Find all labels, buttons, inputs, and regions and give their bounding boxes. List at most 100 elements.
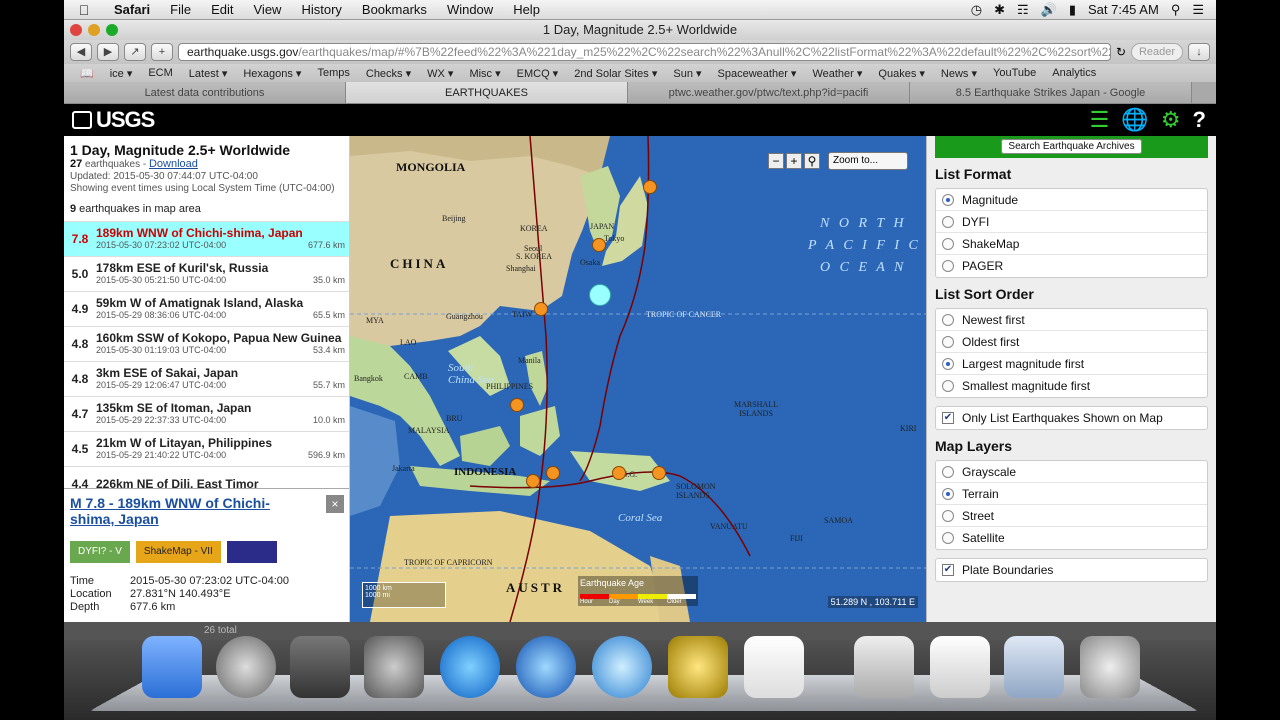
- earthquake-row[interactable]: 4.8 3km ESE of Sakai, Japan 2015-05-29 12:…: [64, 361, 349, 396]
- launchpad-icon[interactable]: [216, 636, 276, 698]
- bookmark-item[interactable]: 2nd Solar Sites ▾: [566, 67, 665, 80]
- tab-google-news[interactable]: 8.5 Earthquake Strikes Japan - Google: [910, 82, 1192, 103]
- quake-marker[interactable]: [652, 466, 666, 480]
- sort-oldest[interactable]: Oldest first: [936, 331, 1207, 353]
- gear-icon[interactable]: ⚙: [1161, 107, 1181, 133]
- zoom-to-select[interactable]: Zoom to...: [828, 152, 908, 170]
- checkbox-icon[interactable]: ✔: [942, 412, 954, 424]
- notification-icon[interactable]: ☰: [1192, 2, 1204, 18]
- format-magnitude[interactable]: Magnitude: [936, 189, 1207, 211]
- forward-icon[interactable]: ▶: [97, 43, 119, 61]
- radio-icon[interactable]: [942, 532, 954, 544]
- reload-icon[interactable]: ↻: [1116, 45, 1126, 59]
- bookmark-item[interactable]: Quakes ▾: [870, 67, 933, 80]
- quicktime-icon[interactable]: [516, 636, 576, 698]
- earthquake-row[interactable]: 4.9 59km W of Amatignak Island, Alaska 201…: [64, 291, 349, 326]
- bookmark-item[interactable]: Spaceweather ▾: [710, 67, 805, 80]
- radio-icon[interactable]: [942, 357, 954, 370]
- sort-smallest[interactable]: Smallest magnitude first: [936, 375, 1207, 397]
- close-window-icon[interactable]: [70, 24, 82, 36]
- earthquake-row[interactable]: 4.7 135km SE of Itoman, Japan 2015-05-29 2…: [64, 396, 349, 431]
- sort-newest[interactable]: Newest first: [936, 309, 1207, 331]
- radio-icon[interactable]: [942, 380, 954, 392]
- menu-edit[interactable]: Edit: [201, 2, 243, 17]
- format-shakemap[interactable]: ShakeMap: [936, 233, 1207, 255]
- search-archives-button[interactable]: Search Earthquake Archives: [1001, 139, 1142, 154]
- battery-icon[interactable]: ▮: [1069, 2, 1076, 18]
- bookmark-item[interactable]: Temps: [309, 67, 357, 79]
- usgs-logo[interactable]: USGS: [64, 107, 155, 133]
- format-dyfi[interactable]: DYFI: [936, 211, 1207, 233]
- radio-icon[interactable]: [942, 260, 954, 272]
- bookmark-item[interactable]: Sun ▾: [665, 67, 709, 80]
- radio-icon[interactable]: [942, 237, 954, 250]
- quake-marker[interactable]: [643, 180, 657, 194]
- globe-icon[interactable]: 🌐: [1121, 107, 1148, 133]
- format-pager[interactable]: PAGER: [936, 255, 1207, 277]
- bluetooth-icon[interactable]: ✱: [994, 2, 1005, 18]
- shakemap-badge[interactable]: ShakeMap - VII: [135, 541, 221, 563]
- trash-icon[interactable]: [1080, 636, 1140, 698]
- dyfi-badge[interactable]: DYFI? - V: [70, 541, 130, 563]
- earthquake-row[interactable]: 5.0 178km ESE of Kuril'sk, Russia 2015-05-…: [64, 256, 349, 291]
- zoom-window-icon[interactable]: [106, 24, 118, 36]
- time-machine-icon[interactable]: ◷: [971, 2, 982, 18]
- radio-icon[interactable]: [942, 335, 954, 348]
- bookmark-item[interactable]: WX ▾: [419, 67, 461, 80]
- only-shown-option[interactable]: ✔ Only List Earthquakes Shown on Map: [936, 407, 1207, 429]
- quake-marker[interactable]: [526, 474, 540, 488]
- bookmark-item[interactable]: EMCQ ▾: [509, 67, 567, 80]
- spotlight-icon[interactable]: ⚲: [1171, 2, 1181, 18]
- back-icon[interactable]: ◀: [70, 43, 92, 61]
- quake-marker[interactable]: [510, 398, 524, 412]
- tab-earthquakes[interactable]: EARTHQUAKES: [346, 82, 628, 103]
- bookmark-item[interactable]: Weather ▾: [804, 67, 870, 80]
- zoom-search-icon[interactable]: ⚲: [804, 153, 820, 169]
- bookmark-item[interactable]: Checks ▾: [358, 67, 419, 80]
- zoom-in-button[interactable]: +: [786, 153, 802, 169]
- radio-icon[interactable]: [942, 487, 954, 500]
- sort-largest[interactable]: Largest magnitude first: [936, 353, 1207, 375]
- quake-marker-selected[interactable]: [589, 284, 611, 306]
- notes-icon[interactable]: [930, 636, 990, 698]
- bookmark-item[interactable]: Hexagons ▾: [235, 67, 309, 80]
- finder-icon[interactable]: [142, 636, 202, 698]
- earthquake-row[interactable]: 7.8 189km WNW of Chichi-shima, Japan 2015-…: [64, 221, 349, 256]
- pager-icon[interactable]: [226, 541, 277, 563]
- help-icon[interactable]: ?: [1193, 107, 1206, 133]
- bookmark-item[interactable]: Latest ▾: [181, 67, 236, 80]
- quake-marker[interactable]: [546, 466, 560, 480]
- earthquake-row[interactable]: 4.5 21km W of Litayan, Philippines 2015-05…: [64, 431, 349, 466]
- mission-control-icon[interactable]: [290, 636, 350, 698]
- radio-icon[interactable]: [942, 193, 954, 206]
- reader-button[interactable]: Reader: [1131, 43, 1183, 61]
- event-title-link[interactable]: M 7.8 - 189km WNW of Chichi-shima, Japan: [70, 495, 310, 527]
- screenshot-icon[interactable]: [1004, 636, 1064, 698]
- quake-marker[interactable]: [592, 238, 606, 252]
- plate-boundaries-option[interactable]: ✔ Plate Boundaries: [936, 559, 1207, 581]
- downloads-icon[interactable]: ↓: [1188, 43, 1210, 61]
- minimize-window-icon[interactable]: [88, 24, 100, 36]
- layer-street[interactable]: Street: [936, 505, 1207, 527]
- system-preferences-icon[interactable]: [364, 636, 424, 698]
- list-icon[interactable]: ☰: [1090, 107, 1110, 133]
- menu-view[interactable]: View: [244, 2, 292, 17]
- layer-terrain[interactable]: Terrain: [936, 483, 1207, 505]
- share-icon[interactable]: ↗: [124, 43, 146, 61]
- volume-icon[interactable]: 🔊: [1041, 2, 1057, 18]
- menu-file[interactable]: File: [160, 2, 201, 17]
- layer-grayscale[interactable]: Grayscale: [936, 461, 1207, 483]
- download-link[interactable]: Download: [149, 158, 198, 170]
- bookmark-item[interactable]: Misc ▾: [461, 67, 508, 80]
- radio-icon[interactable]: [942, 465, 954, 478]
- document-icon[interactable]: [854, 636, 914, 698]
- url-bar[interactable]: earthquake.usgs.gov/earthquakes/map/#%7B…: [178, 43, 1111, 61]
- bookmark-item[interactable]: ice ▾: [102, 67, 141, 80]
- menu-window[interactable]: Window: [437, 2, 503, 17]
- radio-icon[interactable]: [942, 215, 954, 228]
- apple-icon[interactable]: : [64, 2, 104, 18]
- imovie-icon[interactable]: [668, 636, 728, 698]
- menu-app[interactable]: Safari: [104, 2, 160, 17]
- layer-satellite[interactable]: Satellite: [936, 527, 1207, 549]
- safari-icon[interactable]: [592, 636, 652, 698]
